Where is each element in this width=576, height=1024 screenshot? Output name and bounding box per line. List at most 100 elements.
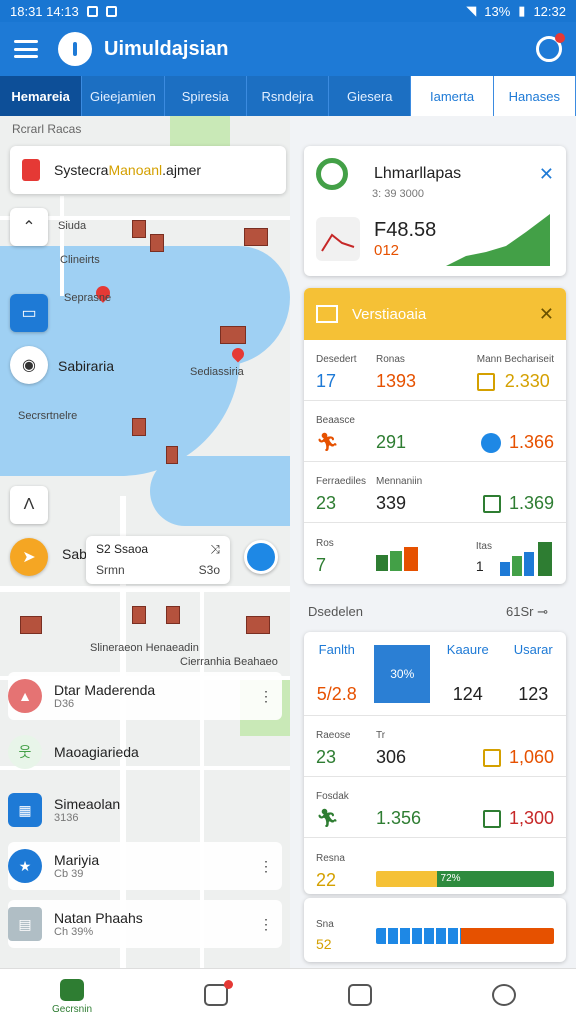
mini-bar-chart [376,547,418,571]
expand-icon[interactable]: ⤨ [210,542,220,557]
tab-1[interactable]: Gieejamien [82,76,165,116]
column-value: 124 [452,684,483,704]
tab-0[interactable]: Hemareia [0,76,83,116]
wifi-icon: ◥ [466,3,477,18]
column-label: Fanlth [318,642,355,657]
tab-6[interactable]: Hanases [493,76,576,116]
close-icon[interactable]: ✕ [539,164,554,185]
nav-history[interactable] [288,969,432,1024]
app-title: Uimuldajsian [104,37,229,60]
details-column-selected[interactable]: 30% [370,632,436,715]
progress-label: 72% [436,871,554,887]
summary-card[interactable]: Lhmarllapas ✕ 3: 39 3000 F48.58 012 [304,146,566,276]
table-icon [316,305,338,323]
stat-value: 1 [475,557,484,574]
popup-sub-left: Srmn [96,563,125,577]
stats-card-title: Verstiaoaia [352,305,427,323]
building [132,220,146,238]
stat-value: 1.369 [508,493,554,513]
progress-card[interactable]: Sna 52 [304,898,566,962]
list-item-sub: D36 [54,698,75,710]
progress-row: Sna 52 [304,898,566,962]
stats-row: Beaasce 🏃︎ 291 1.366 [304,401,566,462]
map-view[interactable]: Rcrarl Racas Systecra Manoanl .ajmer ⌃ ▭… [0,116,290,968]
run-icon: 🏃︎ [316,808,339,828]
section-label: Dsedelen [308,604,363,619]
list-item[interactable]: 웃 Maoagiarieda [8,728,282,776]
tab-5[interactable]: Iamerta [411,76,494,116]
location-popup[interactable]: S2 Ssaoa ⤨ Srmn S3o [86,536,230,584]
row-value: 52 [316,936,332,952]
chart-icon [316,217,360,261]
row-label: Raeose [316,730,351,741]
app-bar: Uimuldajsian [0,22,576,76]
navigation-icon[interactable]: ⌃ [10,208,48,246]
road [60,196,64,296]
building [20,616,42,634]
card-value: F48.58 [374,219,437,241]
building [244,228,268,246]
download-icon [105,5,117,17]
tab-2[interactable]: Spiresia [165,76,247,116]
place-icon: ▲ [8,679,42,713]
app-icon [22,159,40,181]
details-column[interactable]: Fanlth 5/2.8 [304,632,370,715]
details-column[interactable]: Usarar 123 [501,632,567,715]
card-title: Lhmarllapas [374,165,462,182]
details-column[interactable]: Kaaure 124 [435,632,501,715]
layers-icon[interactable]: ▭ [10,294,48,332]
more-icon[interactable]: ⋮ [250,680,282,712]
more-icon[interactable]: ⋮ [250,908,282,940]
directions-icon[interactable]: ➤ [10,538,48,576]
menu-icon[interactable] [14,40,38,58]
map-label: Secrsrtnelre [18,410,78,422]
close-icon[interactable]: ✕ [539,304,554,325]
row-value: 1,300 [508,808,554,828]
list-item-title: Maoagiarieda [54,744,139,760]
popup-sub-right: S3o [198,563,220,577]
column-label: Usarar [513,642,553,657]
more-icon[interactable]: ⋮ [250,850,282,882]
row-value: 1.356 [376,808,422,828]
tab-3[interactable]: Rsndejra [247,76,330,116]
map-label: Sediassiria [190,366,244,378]
road [0,586,290,592]
bar-chart-icon [482,748,501,767]
details-row: Fosdak 🏃︎ 1.356 1,300 [304,777,566,838]
list-item[interactable]: ▤ Natan Phaahs Ch 39% ⋮ [8,900,282,948]
building [166,606,180,624]
current-location-marker[interactable] [244,540,278,574]
chat-icon [204,980,233,1006]
list-item[interactable]: ★ Mariyia Cb 39 ⋮ [8,842,282,890]
list-item-sub: Ch 39% [54,926,94,938]
details-card[interactable]: Fanlth 5/2.8 30% Kaaure 124 Usarar 123 R… [304,632,566,894]
nav-home[interactable]: Gecrsnin [0,969,144,1024]
badge [224,980,233,989]
row-label: Tr [376,730,386,741]
nav-messages[interactable] [144,969,288,1024]
details-row: Raeose 23 Tr 306 1,060 [304,716,566,777]
list-item[interactable]: ▲ Dtar Maderenda D36 ⋮ [8,672,282,720]
list-item-title: Mariyia [54,852,100,868]
list-item-title: Dtar Maderenda [54,682,156,698]
stat-value: 17 [316,371,337,391]
list-item-title: Simeaolan [54,796,121,812]
stat-value: 23 [316,493,337,513]
stats-card[interactable]: Verstiaoaia ✕ Desedert 17 Ronas 1393 Mann … [304,288,566,584]
nav-profile[interactable] [432,969,576,1024]
tab-4[interactable]: Giesera [329,76,412,116]
stat-value: 7 [316,555,327,575]
map-label: Clineirts [60,254,100,266]
tab-bar: Hemareia Gieejamien Spiresia Rsndejra Gi… [0,76,576,116]
list-item[interactable]: ▦ Simeaolan 3136 [8,786,282,834]
row-value: 22 [316,870,337,890]
nav-home-label: Gecrsnin [51,1003,92,1015]
map-search-bar[interactable]: Systecra Manoanl .ajmer [10,146,286,194]
locate-icon[interactable]: ◉ [10,346,48,384]
compass-icon[interactable]: Λ [10,486,48,524]
popup-title: S2 Ssaoa [96,542,149,556]
notification-icon [86,5,98,17]
notification-button[interactable] [536,33,565,62]
stat-label: Beaasce [316,415,355,426]
status-ring-icon [316,158,348,190]
